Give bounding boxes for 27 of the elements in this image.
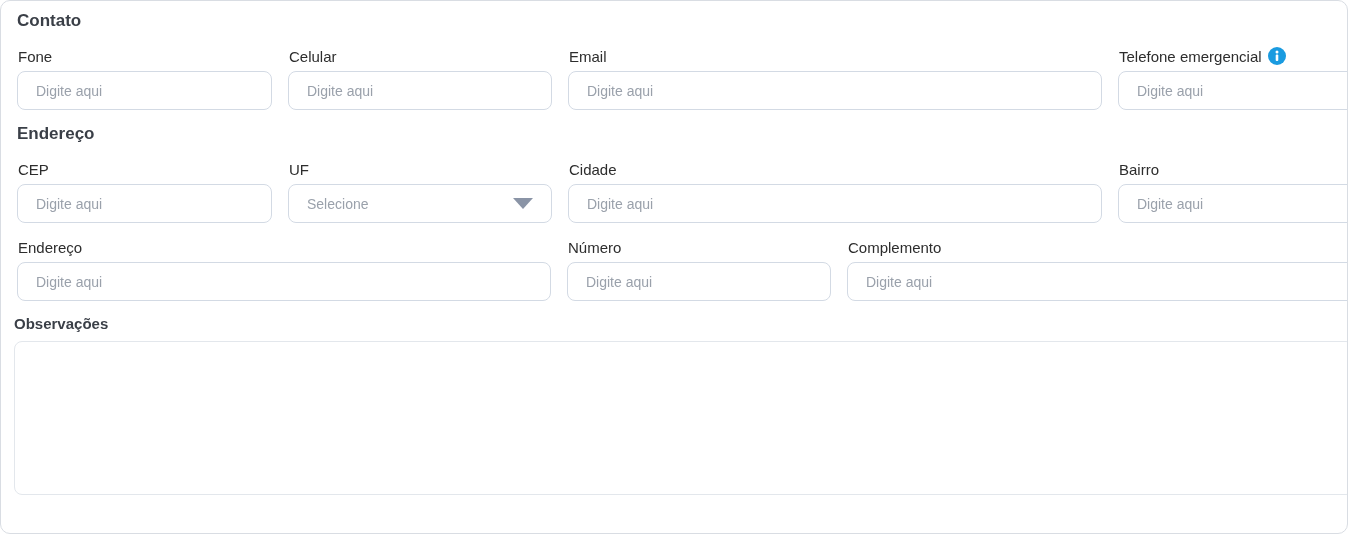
caret-icon (513, 197, 533, 210)
field-label: Observações (14, 315, 109, 332)
dropdown[interactable]: Selecione (288, 184, 552, 223)
field-label: Complemento (848, 238, 942, 256)
field-label: Bairro (1119, 160, 1159, 178)
input-field[interactable]: Digite aqui (568, 71, 1102, 110)
section-title: Endereço (17, 124, 96, 145)
field-label: Email (569, 47, 607, 65)
section-title: Contato (17, 11, 83, 32)
field-label: Telefone emergencial (1119, 47, 1262, 65)
field-label: Celular (289, 47, 337, 65)
input-field[interactable]: Digite aqui (17, 262, 551, 301)
input-field[interactable]: Digite aqui (567, 262, 831, 301)
input-field[interactable]: Digite aqui (288, 71, 552, 110)
info-icon[interactable] (1267, 47, 1286, 65)
input-field[interactable]: Digite aqui (17, 184, 272, 223)
field-label: Número (568, 238, 622, 256)
field-label: Fone (18, 47, 53, 65)
field-label: Cidade (569, 160, 617, 178)
field-label: UF (289, 160, 309, 178)
field-label: CEP (18, 160, 49, 178)
field-label: Endereço (18, 238, 83, 256)
input-field[interactable]: Digite aqui (17, 71, 272, 110)
input-field[interactable]: Digite aqui (1118, 184, 1347, 223)
input-field[interactable]: Digite aqui (1118, 71, 1347, 110)
input-field[interactable]: Digite aqui (847, 262, 1347, 301)
input-field[interactable]: Digite aqui (568, 184, 1102, 223)
